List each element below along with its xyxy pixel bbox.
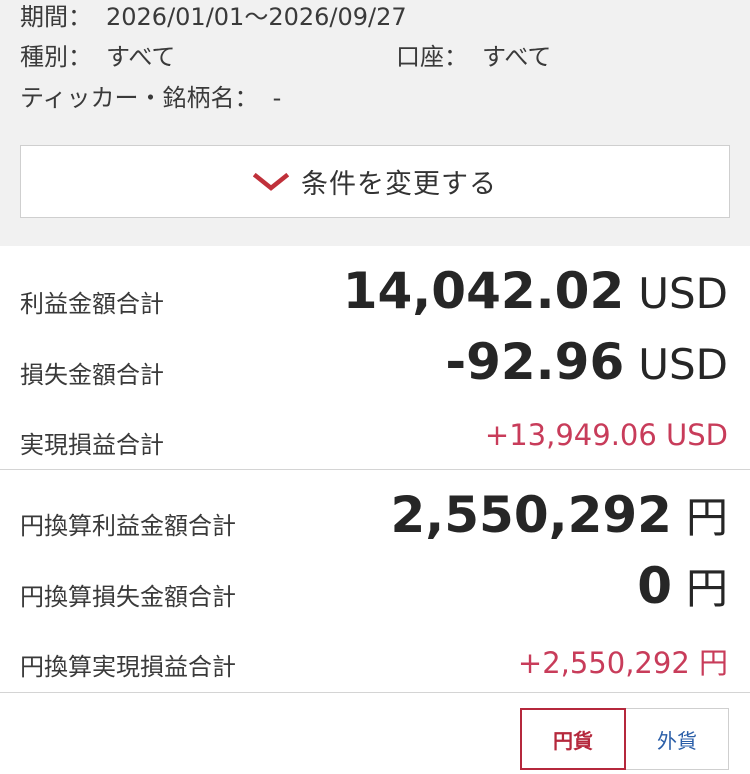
- jpy-loss-label: 円換算損失金額合計: [20, 583, 236, 611]
- jpy-loss-unit: 円: [685, 564, 728, 613]
- jpy-profit-row: 円換算利益金額合計 2,550,292 円: [0, 484, 750, 554]
- account-label: 口座：: [396, 43, 468, 71]
- account-filter: 口座： すべて: [396, 43, 551, 71]
- usd-realized-value: +13,949.06 USD: [484, 418, 728, 452]
- jpy-loss-row: 円換算損失金額合計 0円: [0, 555, 750, 625]
- foreign-currency-toggle-button[interactable]: 外貨: [626, 708, 729, 770]
- jpy-realized-value: +2,550,292 円: [517, 646, 728, 680]
- change-conditions-label: 条件を変更する: [301, 169, 497, 200]
- jpy-realized-label: 円換算実現損益合計: [20, 653, 236, 681]
- usd-loss-unit: USD: [638, 340, 728, 389]
- ticker-value: -: [272, 84, 282, 112]
- usd-profit-row: 利益金額合計 14,042.02 USD: [0, 262, 750, 332]
- chevron-down-icon: [253, 172, 289, 191]
- change-conditions-button[interactable]: 条件を変更する: [20, 145, 730, 218]
- usd-loss-value: -92.96: [445, 333, 625, 391]
- currency-toggle: 円貨 外貨: [520, 708, 729, 770]
- usd-realized-label: 実現損益合計: [20, 431, 164, 459]
- jpy-profit-unit: 円: [685, 493, 728, 542]
- period-filter: 期間： 2026/01/01〜2026/09/27: [20, 3, 407, 31]
- jpy-loss-value: 0: [637, 557, 672, 615]
- account-value: すべて: [482, 43, 552, 71]
- jpy-realized-row: 円換算実現損益合計 +2,550,292 円: [0, 637, 750, 687]
- ticker-label: ティッカー・銘柄名：: [20, 84, 259, 112]
- jpy-loss-amount: 0円: [637, 555, 728, 616]
- usd-profit-label: 利益金額合計: [20, 290, 164, 318]
- ticker-filter: ティッカー・銘柄名： -: [20, 84, 281, 112]
- usd-profit-unit: USD: [638, 269, 728, 318]
- period-value: 2026/01/01〜2026/09/27: [106, 3, 407, 31]
- type-value: すべて: [106, 43, 176, 71]
- usd-realized-row: 実現損益合計 +13,949.06 USD: [0, 415, 750, 465]
- section-divider: [0, 469, 750, 470]
- jpy-profit-value: 2,550,292: [390, 486, 672, 544]
- jpy-toggle-button[interactable]: 円貨: [520, 708, 626, 770]
- type-label: 種別：: [20, 43, 92, 71]
- usd-profit-amount: 14,042.02 USD: [343, 262, 728, 320]
- usd-profit-value: 14,042.02: [342, 262, 625, 320]
- usd-loss-row: 損失金額合計 -92.96 USD: [0, 333, 750, 403]
- jpy-profit-label: 円換算利益金額合計: [20, 512, 236, 540]
- period-label: 期間：: [20, 3, 92, 31]
- usd-loss-amount: -92.96 USD: [445, 333, 728, 391]
- filter-summary-panel: 期間： 2026/01/01〜2026/09/27 種別： すべて 口座： すべて テ…: [0, 0, 750, 246]
- section-divider-bottom: [0, 692, 750, 693]
- jpy-profit-amount: 2,550,292 円: [390, 484, 728, 545]
- usd-loss-label: 損失金額合計: [20, 361, 164, 389]
- type-filter: 種別： すべて: [20, 43, 175, 71]
